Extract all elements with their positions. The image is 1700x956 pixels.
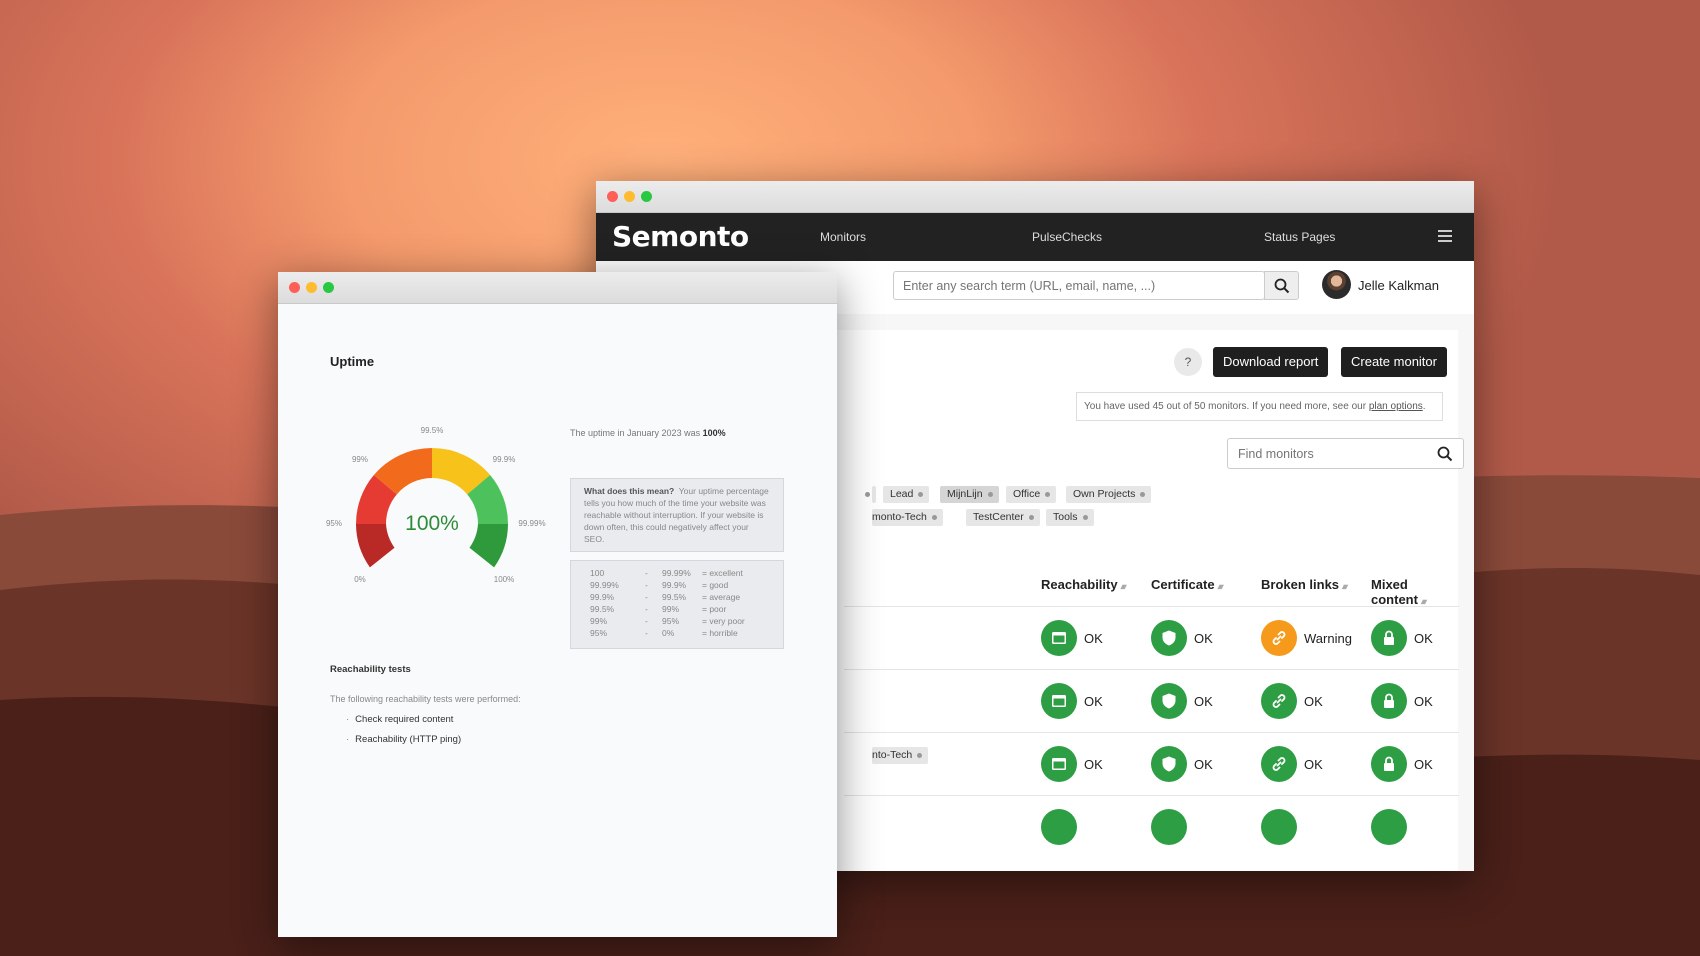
- download-report-button[interactable]: Download report: [1213, 347, 1329, 377]
- column-mixed-content[interactable]: Mixed content: [1371, 577, 1458, 607]
- scale-row: 99% -95% = very poor: [590, 616, 745, 626]
- hamburger-menu-icon[interactable]: [1438, 230, 1452, 242]
- tick-label: 99%: [352, 455, 368, 464]
- tag-mijnlijn[interactable]: MijnLijn: [940, 486, 999, 503]
- search-button[interactable]: [1264, 271, 1299, 300]
- minimize-window-button[interactable]: [306, 282, 317, 293]
- tick-label: 99.5%: [421, 426, 444, 435]
- tag-partial[interactable]: [865, 486, 876, 503]
- shield-icon: [1151, 620, 1187, 656]
- tag-own-projects[interactable]: Own Projects: [1066, 486, 1152, 503]
- lock-icon: [1371, 620, 1407, 656]
- nav-pulsechecks[interactable]: PulseChecks: [1032, 230, 1102, 244]
- status-icon-partial: [1151, 809, 1187, 845]
- search-icon[interactable]: [1437, 446, 1453, 462]
- tag-semonto-tech[interactable]: monto-Tech: [872, 509, 943, 526]
- title-bar: [596, 181, 1474, 213]
- uptime-report-window: Uptime 100% 0% 95% 99% 99.5% 99.9% 99.99…: [278, 272, 837, 937]
- uptime-explanation: What does this mean? Your uptime percent…: [570, 478, 784, 552]
- column-broken-links[interactable]: Broken links: [1261, 577, 1346, 592]
- shield-icon: [1151, 746, 1187, 782]
- shield-icon: [1151, 683, 1187, 719]
- status-icon-partial: [1371, 809, 1407, 845]
- tick-label: 99.9%: [493, 455, 516, 464]
- status-icon-partial: [1041, 809, 1077, 845]
- nav-status-pages[interactable]: Status Pages: [1264, 230, 1335, 244]
- scale-row: 100-99.99% = excellent: [590, 568, 743, 578]
- browser-window-icon: [1041, 746, 1077, 782]
- semonto-logo[interactable]: Semonto: [612, 220, 749, 253]
- uptime-gauge: 100% 0% 95% 99% 99.5% 99.9% 99.99% 100%: [326, 426, 546, 584]
- top-navigation: Semonto Monitors PulseChecks Status Page…: [596, 213, 1474, 261]
- avatar[interactable]: [1322, 270, 1351, 299]
- tag-testcenter[interactable]: TestCenter: [966, 509, 1040, 526]
- status-icon-partial: [1261, 809, 1297, 845]
- row-divider: [844, 732, 1459, 733]
- close-window-button[interactable]: [607, 191, 618, 202]
- tag-office[interactable]: Office: [1006, 486, 1057, 503]
- find-monitors-input[interactable]: [1227, 438, 1464, 469]
- minimize-window-button[interactable]: [624, 191, 635, 202]
- column-reachability[interactable]: Reachability: [1041, 577, 1125, 592]
- user-name[interactable]: Jelle Kalkman: [1358, 278, 1439, 293]
- lock-icon: [1371, 683, 1407, 719]
- nav-monitors[interactable]: Monitors: [820, 230, 866, 244]
- scale-row: 99.9% -99.5% = average: [590, 592, 741, 602]
- link-icon: [1261, 620, 1297, 656]
- link-icon: [1261, 746, 1297, 782]
- tick-label: 100%: [494, 575, 514, 584]
- row-divider: [844, 606, 1459, 607]
- monitor-usage-notice: You have used 45 out of 50 monitors. If …: [1076, 392, 1443, 421]
- tick-label: 0%: [354, 575, 366, 584]
- create-monitor-button[interactable]: Create monitor: [1341, 347, 1447, 377]
- title-bar: [278, 272, 837, 304]
- maximize-window-button[interactable]: [323, 282, 334, 293]
- plan-options-link[interactable]: plan options: [1369, 401, 1423, 412]
- browser-window-icon: [1041, 683, 1077, 719]
- uptime-summary: The uptime in January 2023 was 100%: [570, 428, 726, 438]
- scale-row: 99.99% -99.9% = good: [590, 580, 729, 590]
- test-list-item: Check required content: [346, 714, 453, 725]
- tick-label: 99.99%: [518, 519, 545, 528]
- uptime-scale-table: 100-99.99% = excellent 99.99% -99.9% = good…: [570, 560, 784, 649]
- reachability-tests-intro: The following reachability tests were pe…: [330, 694, 521, 704]
- row-divider: [844, 669, 1459, 670]
- column-certificate[interactable]: Certificate: [1151, 577, 1222, 592]
- lock-icon: [1371, 746, 1407, 782]
- maximize-window-button[interactable]: [641, 191, 652, 202]
- row-divider: [844, 795, 1459, 796]
- tag-lead[interactable]: Lead: [883, 486, 930, 503]
- tag-tools[interactable]: Tools: [1046, 509, 1094, 526]
- browser-window-icon: [1041, 620, 1077, 656]
- reachability-tests-heading: Reachability tests: [330, 664, 411, 675]
- gauge-segment-0-95: [356, 524, 395, 568]
- scale-row: 99.5% -99% = poor: [590, 604, 727, 614]
- search-icon: [1274, 278, 1290, 294]
- test-list-item: Reachability (HTTP ping): [346, 734, 461, 745]
- scale-row: 95% -0% = horrible: [590, 628, 738, 638]
- page-title: Uptime: [330, 354, 375, 369]
- gauge-segment-9999-100: [469, 524, 508, 568]
- row-tag-semonto-tech[interactable]: nto-Tech: [872, 747, 929, 764]
- help-button[interactable]: ?: [1174, 348, 1202, 376]
- tick-label: 95%: [326, 519, 342, 528]
- link-icon: [1261, 683, 1297, 719]
- search-input[interactable]: [893, 271, 1265, 300]
- close-window-button[interactable]: [289, 282, 300, 293]
- gauge-value: 100%: [405, 512, 459, 535]
